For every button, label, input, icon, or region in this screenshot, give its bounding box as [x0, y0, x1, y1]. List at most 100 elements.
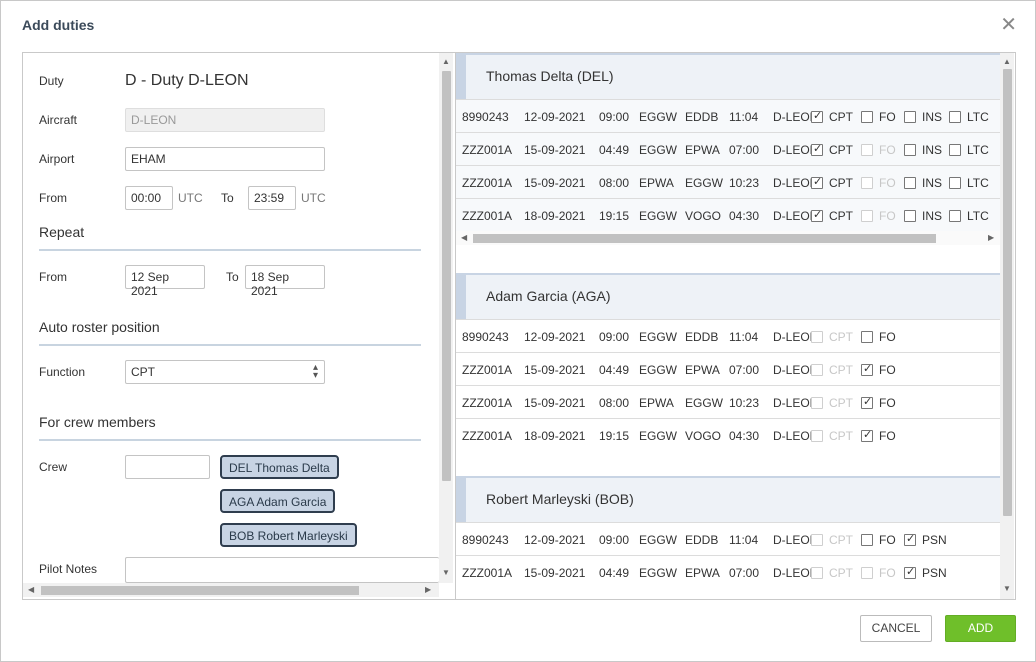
- scroll-right-icon[interactable]: ▶: [988, 233, 994, 242]
- duty-cell: 04:49: [599, 363, 630, 377]
- position-checkbox[interactable]: [861, 362, 873, 376]
- crew-input[interactable]: [125, 455, 210, 479]
- position-checkbox: [861, 210, 873, 222]
- position-checkbox[interactable]: [904, 144, 916, 156]
- repeat-heading: Repeat: [39, 224, 421, 251]
- to-time-field[interactable]: 23:59: [248, 186, 296, 210]
- group-header-aga: Adam Garcia (AGA): [456, 273, 1002, 319]
- position-checkbox[interactable]: [861, 111, 873, 123]
- duty-cell: 8990243: [462, 330, 509, 344]
- duty-cell: EGGW: [639, 566, 677, 580]
- crew-chip-bob[interactable]: BOB Robert Marleyski: [220, 523, 357, 547]
- position-checkbox-label: CPT: [829, 429, 853, 443]
- duty-row-del: ZZZ001A 18-09-2021 19:15 EGGW VOGO 04:30 D-LEO…: [456, 198, 1002, 231]
- position-checkbox-label: FO: [879, 176, 896, 190]
- duty-form: Duty D - Duty D-LEON Aircraft D-LEON Air…: [23, 53, 454, 599]
- from-time-field[interactable]: 00:00: [125, 186, 173, 210]
- position-checkbox: [861, 144, 873, 156]
- position-checkbox[interactable]: [811, 109, 823, 123]
- repeat-to-field[interactable]: 18 Sep 2021: [245, 265, 325, 298]
- scroll-down-icon[interactable]: ▼: [442, 568, 450, 577]
- form-vscroll-thumb[interactable]: [442, 71, 451, 481]
- position-checkbox[interactable]: [904, 532, 916, 546]
- position-checkbox-label: FO: [879, 330, 896, 344]
- position-checkbox-label: CPT: [829, 533, 853, 547]
- tables-vscroll-thumb[interactable]: [1003, 69, 1012, 516]
- crew-chip-aga[interactable]: AGA Adam Garcia: [220, 489, 336, 513]
- duty-cell: 07:00: [729, 143, 760, 157]
- form-vertical-scrollbar[interactable]: ▲ ▼: [439, 53, 453, 583]
- duty-cell: 11:04: [729, 110, 759, 124]
- duty-cell: 04:49: [599, 566, 630, 580]
- tables-vertical-scrollbar[interactable]: ▲ ▼: [1000, 53, 1014, 599]
- duty-cell: 12-09-2021: [524, 533, 586, 547]
- crew-chip-del[interactable]: DEL Thomas Delta: [220, 455, 339, 479]
- duty-cell: ZZZ001A: [462, 209, 513, 223]
- position-checkbox-label: CPT: [829, 176, 853, 190]
- duty-cell: 08:00: [599, 396, 630, 410]
- duty-cell: 8990243: [462, 110, 509, 124]
- duty-cell: 07:00: [729, 363, 760, 377]
- form-hscroll-thumb[interactable]: [41, 586, 359, 595]
- position-checkbox[interactable]: [904, 210, 916, 222]
- position-checkbox-label: CPT: [829, 396, 853, 410]
- duty-cell: 08:00: [599, 176, 630, 190]
- group-del-hscroll-thumb[interactable]: [473, 234, 936, 243]
- duty-cell: 11:04: [729, 533, 759, 547]
- duty-cell: EPWA: [685, 566, 720, 580]
- function-label: Function: [39, 365, 86, 379]
- position-checkbox[interactable]: [861, 534, 873, 546]
- duty-cell: ZZZ001A: [462, 429, 513, 443]
- duty-cell: 15-09-2021: [524, 176, 586, 190]
- pilot-notes-field[interactable]: [125, 557, 439, 583]
- airport-label: Airport: [39, 152, 75, 166]
- position-checkbox[interactable]: [861, 331, 873, 343]
- position-checkbox[interactable]: [949, 111, 961, 123]
- position-checkbox-label: FO: [879, 143, 896, 157]
- airport-field[interactable]: EHAM: [125, 147, 325, 171]
- position-checkbox[interactable]: [904, 565, 916, 579]
- crew-label: Crew: [39, 460, 68, 474]
- position-checkbox[interactable]: [904, 177, 916, 189]
- duty-label: Duty: [39, 74, 64, 88]
- duty-row-del: ZZZ001A 15-09-2021 04:49 EGGW EPWA 07:00 D-LEO…: [456, 132, 1002, 165]
- position-checkbox[interactable]: [811, 208, 823, 222]
- duty-cell: 8990243: [462, 533, 509, 547]
- aircraft-label: Aircraft: [39, 113, 78, 127]
- cancel-button[interactable]: CANCEL: [860, 615, 932, 642]
- scroll-left-icon[interactable]: ◀: [28, 585, 34, 594]
- position-checkbox[interactable]: [861, 428, 873, 442]
- position-checkbox[interactable]: [811, 142, 823, 156]
- scroll-up-icon[interactable]: ▲: [442, 57, 450, 66]
- duty-cell: EPWA: [639, 176, 674, 190]
- position-checkbox[interactable]: [949, 144, 961, 156]
- position-checkbox-label: INS: [922, 176, 943, 190]
- duty-row-aga: ZZZ001A 15-09-2021 04:49 EGGW EPWA 07:00 D-LEO…: [456, 352, 1002, 385]
- duty-cell: EGGW: [639, 429, 677, 443]
- duty-cell: 15-09-2021: [524, 363, 586, 377]
- position-checkbox-label: PSN: [922, 566, 947, 580]
- add-button[interactable]: ADD: [945, 615, 1016, 642]
- position-checkbox[interactable]: [949, 177, 961, 189]
- form-horizontal-scrollbar[interactable]: ◀ ▶: [23, 583, 439, 597]
- scroll-left-icon[interactable]: ◀: [461, 233, 467, 242]
- position-checkbox[interactable]: [861, 395, 873, 409]
- position-checkbox-label: LTC: [967, 143, 989, 157]
- group-title: Thomas Delta (DEL): [486, 68, 614, 84]
- position-checkbox[interactable]: [904, 111, 916, 123]
- scroll-down-icon[interactable]: ▼: [1003, 584, 1011, 593]
- position-checkbox: [811, 331, 823, 343]
- scroll-up-icon[interactable]: ▲: [1003, 57, 1011, 66]
- position-checkbox-label: CPT: [829, 110, 853, 124]
- duty-cell: 07:00: [729, 566, 760, 580]
- repeat-from-field[interactable]: 12 Sep 2021: [125, 265, 205, 298]
- repeat-from-label: From: [39, 270, 67, 284]
- position-checkbox[interactable]: [811, 175, 823, 189]
- duty-cell: 15-09-2021: [524, 396, 586, 410]
- group-del-hscrollbar[interactable]: ◀ ▶: [456, 231, 1002, 245]
- close-icon[interactable]: ✕: [1000, 15, 1017, 35]
- function-select[interactable]: CPT ▴ ▾: [125, 360, 325, 384]
- duty-cell: EGGW: [639, 209, 677, 223]
- position-checkbox[interactable]: [949, 210, 961, 222]
- scroll-right-icon[interactable]: ▶: [425, 585, 431, 594]
